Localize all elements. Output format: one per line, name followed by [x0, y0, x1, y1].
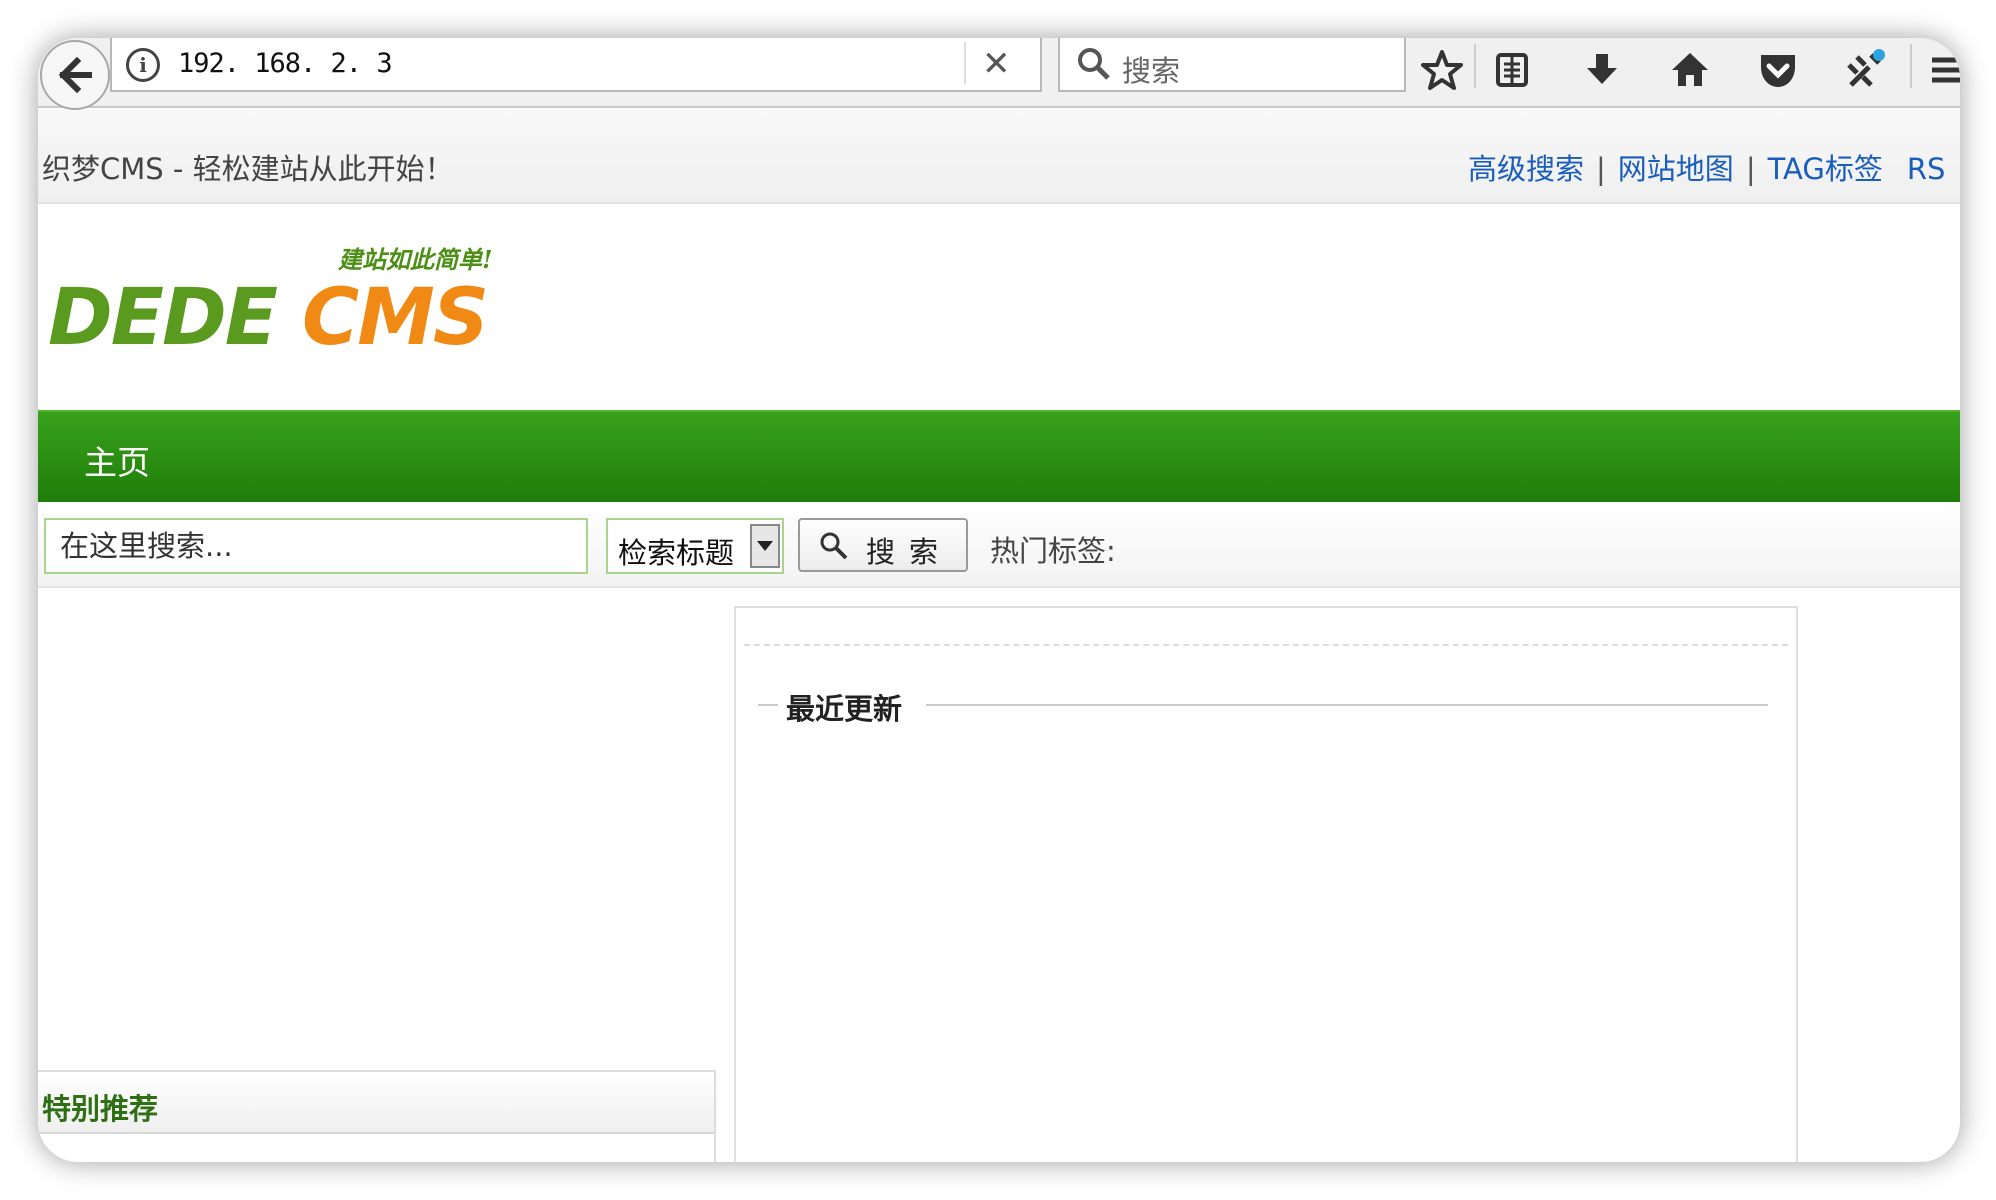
dashed-divider: [744, 644, 1788, 646]
bookmark-star-icon[interactable]: [1416, 44, 1468, 96]
keyword-search-input[interactable]: 在这里搜索...: [44, 518, 588, 574]
dropdown-arrow-icon[interactable]: [750, 524, 780, 568]
link-separator: |: [1596, 152, 1606, 186]
logo-text-cms: CMS: [302, 273, 487, 363]
search-icon: [1078, 48, 1110, 80]
info-icon[interactable]: i: [126, 48, 160, 82]
site-topbar: 织梦CMS - 轻松建站从此开始！ 高级搜索 | 网站地图 | TAG标签 RS: [38, 110, 1960, 204]
pocket-icon[interactable]: [1752, 44, 1804, 96]
home-icon[interactable]: [1664, 44, 1716, 96]
browser-toolbar: i 192. 168. 2. 3 ✕ 搜索: [38, 38, 1960, 110]
browser-search-placeholder: 搜索: [1122, 54, 1181, 88]
search-field-value: 检索标题: [618, 536, 735, 570]
top-links: 高级搜索 | 网站地图 | TAG标签 RS: [1468, 146, 1945, 188]
search-button[interactable]: 搜索: [798, 518, 968, 572]
nav-home[interactable]: 主页: [84, 436, 150, 484]
search-icon: [820, 532, 848, 560]
search-field-select[interactable]: 检索标题: [606, 518, 784, 574]
search-button-label: 搜索: [866, 535, 953, 569]
toolbar-separator: [1474, 44, 1476, 88]
menu-icon[interactable]: [1918, 44, 1960, 96]
hot-tags-label: 热门标签:: [990, 534, 1116, 568]
extension-icon[interactable]: [1840, 44, 1892, 96]
recent-updates-title: 最近更新: [786, 692, 903, 726]
logo-text-dede: DEDE: [48, 273, 278, 363]
reader-icon[interactable]: [1486, 44, 1538, 96]
sitemap-link[interactable]: 网站地图: [1618, 152, 1734, 186]
advanced-search-link[interactable]: 高级搜索: [1468, 152, 1584, 186]
featured-title: 特别推荐: [42, 1092, 159, 1126]
logo-tagline: 建站如此简单!: [337, 245, 493, 274]
site-logo[interactable]: 建站如此简单! DEDE CMS: [46, 234, 596, 374]
download-icon[interactable]: [1576, 44, 1628, 96]
featured-box: 特别推荐: [38, 1070, 716, 1162]
browser-window: i 192. 168. 2. 3 ✕ 搜索 织梦CMS - 轻松建站从此开始！ …: [38, 38, 1960, 1162]
site-slogan: 织梦CMS - 轻松建站从此开始！: [42, 152, 454, 186]
link-separator: |: [1745, 152, 1756, 186]
tag-link[interactable]: TAG标签: [1768, 152, 1883, 186]
featured-box-header: 特别推荐: [38, 1072, 714, 1134]
title-rule-left: [758, 704, 778, 706]
site-header: 建站如此简单! DEDE CMS: [38, 206, 1960, 410]
rss-link[interactable]: RS: [1907, 152, 1946, 186]
browser-search-box[interactable]: 搜索: [1058, 38, 1406, 92]
main-nav: 主页: [38, 410, 1960, 502]
url-text[interactable]: 192. 168. 2. 3: [178, 48, 393, 79]
clear-icon[interactable]: ✕: [982, 44, 1011, 84]
toolbar-separator: [1910, 44, 1912, 88]
title-rule-right: [926, 704, 1768, 706]
url-divider: [964, 42, 966, 84]
back-arrow-icon: [58, 56, 92, 94]
search-row: 在这里搜索... 检索标题 搜索 热门标签:: [38, 502, 1960, 588]
url-bar[interactable]: i 192. 168. 2. 3 ✕: [110, 38, 1042, 92]
recent-updates-panel: 最近更新: [734, 606, 1798, 1162]
back-button[interactable]: [40, 40, 110, 110]
